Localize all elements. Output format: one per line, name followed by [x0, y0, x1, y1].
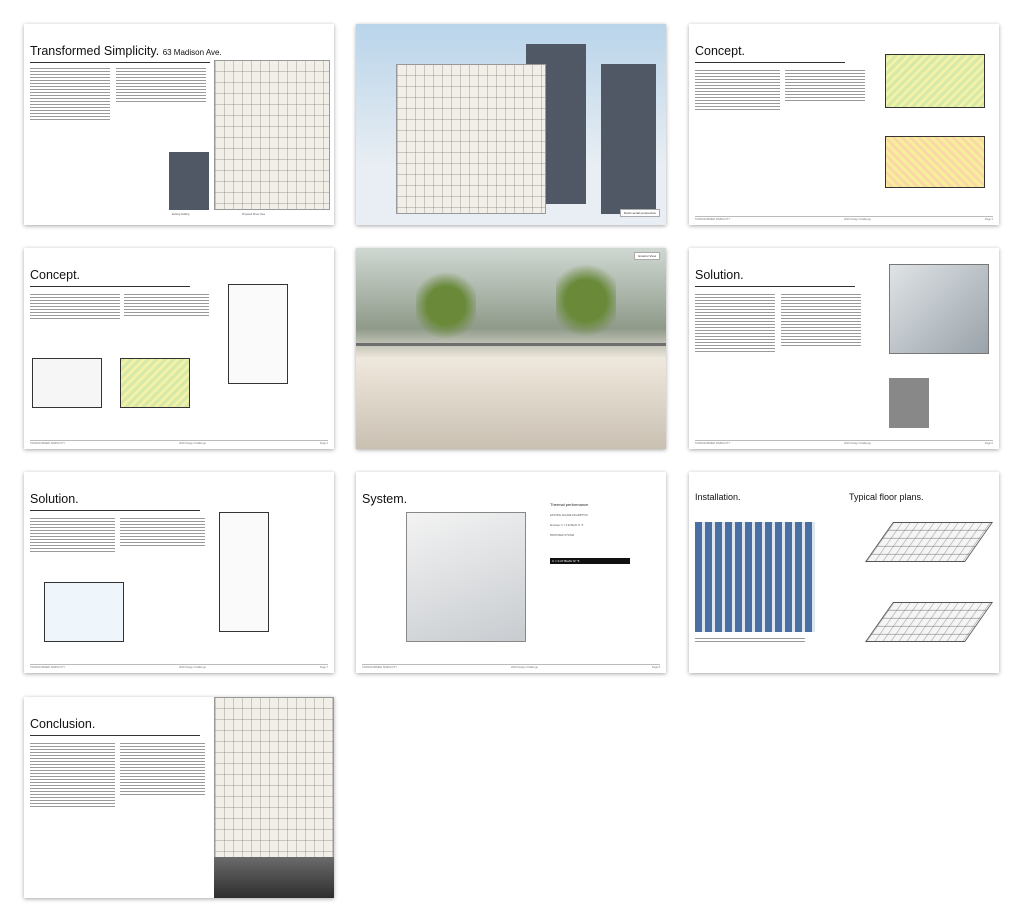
caption-proposed: Proposed Street View [242, 213, 266, 216]
thermal-line-2: Envelope: U = 0.90 Btu/hr ft² °F [550, 524, 584, 527]
page-footer: TRANSFORMED SIMPLICITY 2020 Design Challe… [362, 664, 660, 669]
image-caption: Roofs aerial perspective [619, 209, 660, 217]
title-rule [30, 286, 190, 287]
detail-section-sketch [219, 512, 269, 632]
text-column-2 [785, 70, 865, 103]
page-title: Solution. [30, 492, 79, 506]
system-axonometric [406, 512, 526, 642]
text-column-1 [30, 518, 115, 554]
floor-plan-upper [864, 522, 994, 562]
page-2: Roofs aerial perspective [356, 24, 666, 225]
page-title: Solution. [695, 268, 744, 282]
reference-photo [889, 378, 929, 428]
page-8: System. Thermal performance EXISTING FAC… [356, 472, 666, 673]
roof-tree-right [556, 258, 616, 343]
installation-title: Installation. [695, 492, 741, 502]
title-rule [695, 62, 845, 63]
image-caption: Exterior View [634, 252, 660, 260]
page-6: Solution. TRANSFORMED SIMPLICITY 2020 Des… [689, 248, 999, 449]
text-column-1 [30, 294, 120, 321]
section-sketch-before [32, 358, 102, 408]
text-column-2 [781, 294, 861, 348]
text-column-1 [695, 70, 780, 112]
floor-plan-lower [864, 602, 994, 642]
page-4: Concept. TRANSFORMED SIMPLICITY 2020 Desi… [24, 248, 334, 449]
page-title: System. [362, 492, 408, 506]
page-7: Solution. TRANSFORMED SIMPLICITY 2020 Des… [24, 472, 334, 673]
page-title: Transformed Simplicity. 63 Madison Ave. [30, 44, 222, 58]
roof-tree-left [416, 268, 476, 343]
street-level [214, 857, 334, 898]
proposed-street-view-render [214, 60, 330, 210]
text-column-2 [120, 518, 205, 548]
proposed-building-render [396, 64, 546, 214]
floor-plans-title: Typical floor plans. [849, 492, 924, 502]
page-9: Installation. Typical floor plans. [689, 472, 999, 673]
thermal-highlight: U = 0.27 Btu/hr ft² °F [550, 558, 630, 564]
page-10: Conclusion. [24, 697, 334, 898]
title-rule [695, 286, 855, 287]
title-rule [30, 510, 200, 511]
existing-building-photo [169, 152, 209, 210]
text-column-1 [30, 743, 115, 809]
facade-detail-render [889, 264, 989, 354]
concept-sketch-plan-yellow [885, 136, 985, 188]
window-sketch [44, 582, 124, 642]
caption-existing: Existing building [172, 213, 190, 216]
page-footer: TRANSFORMED SIMPLICITY 2020 Design Challe… [30, 664, 328, 669]
page-title: Conclusion. [30, 717, 96, 731]
page-title: Concept. [30, 268, 81, 282]
page-footer: TRANSFORMED SIMPLICITY 2020 Design Challe… [695, 440, 993, 445]
text-column-1 [30, 68, 110, 122]
title-rule [30, 735, 200, 736]
page-5: Exterior View [356, 248, 666, 449]
wall-section-sketch [228, 284, 288, 384]
text-column-2 [120, 743, 205, 797]
page-title: Concept. [695, 44, 746, 58]
thermal-line-1: EXISTING FACADE ASSUMPTION [550, 514, 588, 517]
text-column-2 [116, 68, 206, 104]
installation-photo [695, 522, 815, 632]
page-3: Concept. TRANSFORMED SIMPLICITY 2020 Desi… [689, 24, 999, 225]
page-footer: TRANSFORMED SIMPLICITY 2020 Design Challe… [695, 216, 993, 221]
concept-sketch-plan-green [885, 54, 985, 108]
thermal-heading: Thermal performance [550, 502, 589, 507]
background-tower-right [601, 64, 656, 214]
exterior-view-render [356, 248, 666, 449]
installation-caption [695, 638, 805, 644]
thermal-line-3: PROPOSED SYSTEM [550, 534, 575, 537]
title-rule [30, 62, 210, 63]
page-footer: TRANSFORMED SIMPLICITY 2020 Design Challe… [30, 440, 328, 445]
text-column-1 [695, 294, 775, 354]
section-sketch-after [120, 358, 190, 408]
text-column-2 [124, 294, 209, 318]
floor-slab [356, 343, 666, 346]
page-1: Transformed Simplicity. 63 Madison Ave. … [24, 24, 334, 225]
